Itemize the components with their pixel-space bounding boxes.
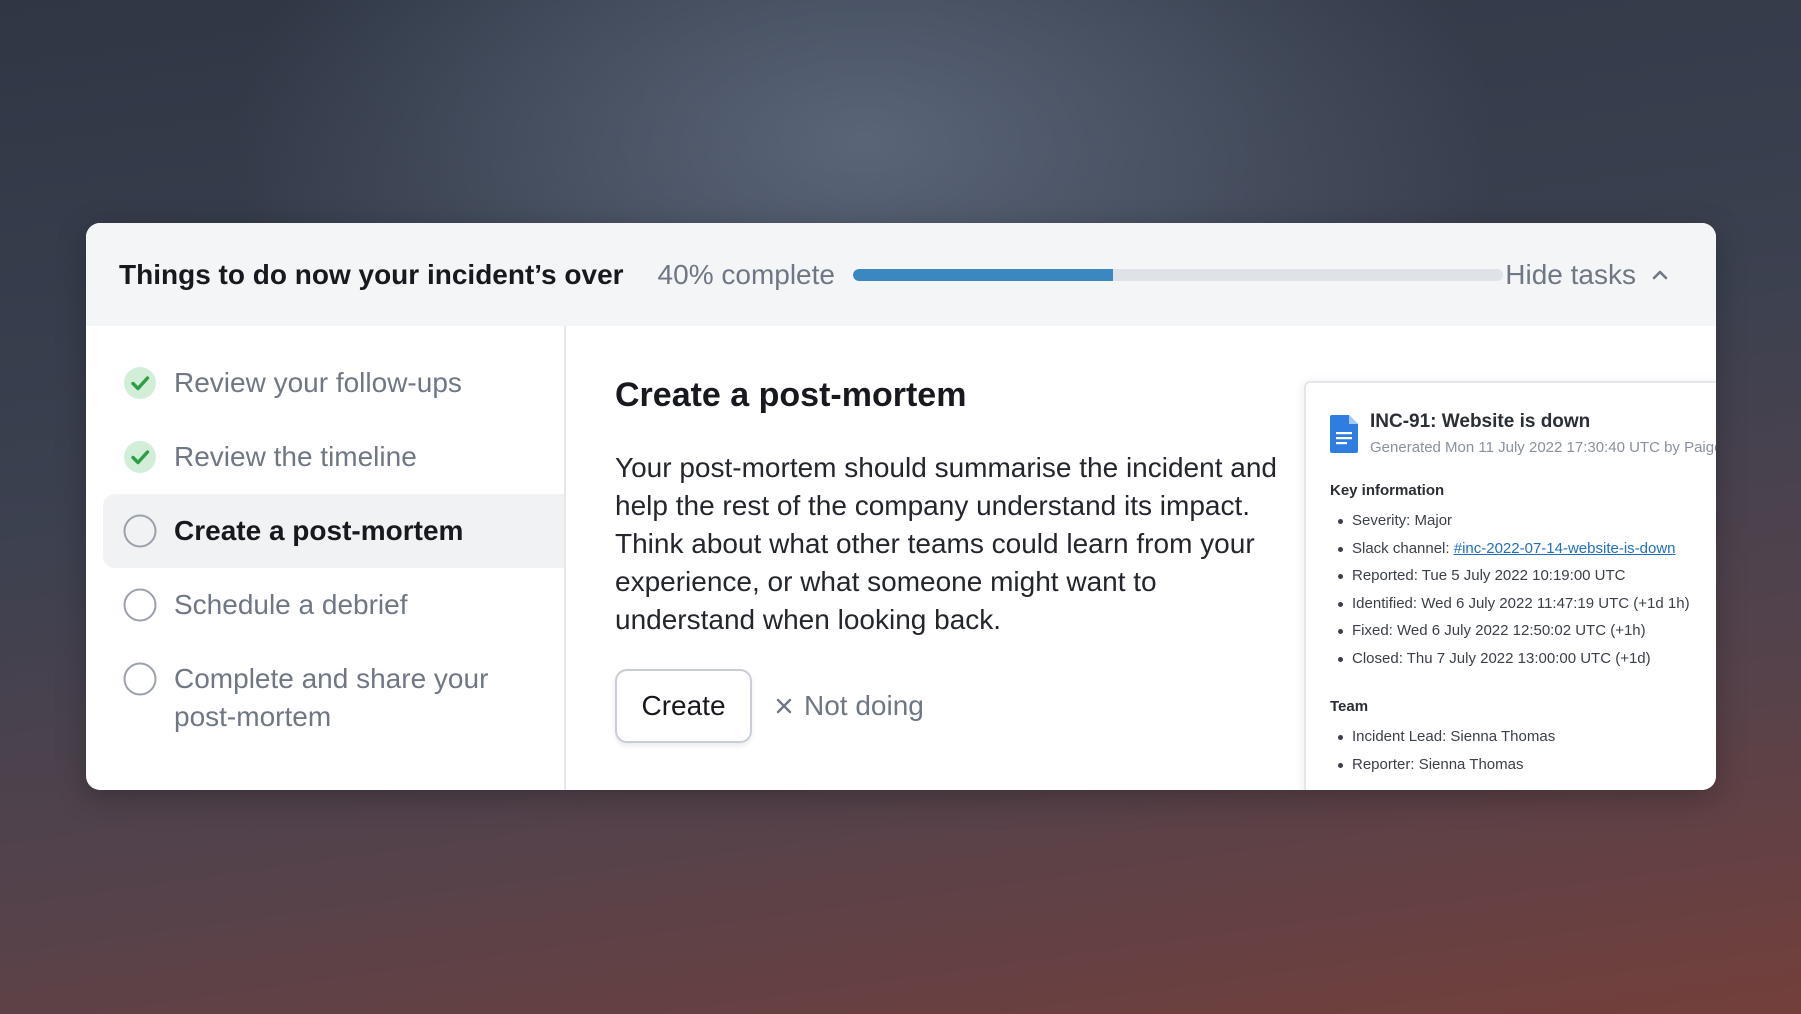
doc-section-key-information: Key information <box>1330 482 1445 499</box>
not-doing-button[interactable]: Not doing <box>774 690 924 722</box>
task-item-review-timeline[interactable]: Review the timeline <box>103 420 564 494</box>
card-title: Things to do now your incident’s over <box>119 258 624 290</box>
empty-circle-icon <box>123 588 157 622</box>
progress-bar-fill <box>852 268 1113 281</box>
slack-channel-link[interactable]: #inc-2022-07-14-website-is-down <box>1454 540 1676 557</box>
post-mortem-document-preview: INC-91: Website is down Generated Mon 11… <box>1304 381 1716 790</box>
card-body: Review your follow-ups Review the timeli… <box>86 326 1716 790</box>
doc-title: INC-91: Website is down <box>1370 411 1591 432</box>
list-item: Slack channel: #inc-2022-07-14-website-i… <box>1330 535 1716 563</box>
google-doc-icon <box>1330 415 1358 453</box>
check-circle-icon <box>124 441 156 473</box>
list-item: Reported: Tue 5 July 2022 10:19:00 UTC <box>1330 562 1716 590</box>
doc-generated-meta: Generated Mon 11 July 2022 17:30:40 UTC … <box>1370 439 1716 456</box>
team-list: Incident Lead: Sienna Thomas Reporter: S… <box>1330 723 1716 778</box>
close-icon <box>776 698 792 714</box>
progress-bar <box>852 268 1503 281</box>
detail-description: Your post-mortem should summarise the in… <box>615 452 1277 635</box>
list-item: Severity: Major <box>1330 507 1716 535</box>
task-item-schedule-debrief[interactable]: Schedule a debrief <box>103 568 564 642</box>
task-item-review-follow-ups[interactable]: Review your follow-ups <box>103 346 564 420</box>
task-label: Schedule a debrief <box>174 589 408 620</box>
progress-label: 40% complete <box>657 258 835 290</box>
slack-channel-prefix: Slack channel: <box>1352 539 1454 557</box>
post-incident-tasks-card: Things to do now your incident’s over 40… <box>86 223 1716 790</box>
task-label: Review your follow-ups <box>174 367 462 398</box>
task-label: Create a post-mortem <box>174 515 464 546</box>
list-item: Reporter: Sienna Thomas <box>1330 751 1716 779</box>
card-header: Things to do now your incident’s over 40… <box>86 223 1716 326</box>
key-information-list: Severity: Major Slack channel: #inc-2022… <box>1330 507 1716 672</box>
check-circle-icon <box>124 367 156 399</box>
task-item-create-post-mortem[interactable]: Create a post-mortem <box>103 494 564 568</box>
list-item: Incident Lead: Sienna Thomas <box>1330 723 1716 751</box>
list-item: Fixed: Wed 6 July 2022 12:50:02 UTC (+1h… <box>1330 617 1716 645</box>
empty-circle-icon <box>123 662 157 696</box>
doc-header: INC-91: Website is down Generated Mon 11… <box>1330 411 1716 456</box>
not-doing-label: Not doing <box>804 690 924 721</box>
create-button[interactable]: Create <box>615 669 752 743</box>
hide-tasks-label: Hide tasks <box>1505 258 1636 290</box>
task-list: Review your follow-ups Review the timeli… <box>86 326 566 790</box>
task-detail-panel: Create a post-mortem Your post-mortem sh… <box>566 326 1716 790</box>
list-item: Closed: Thu 7 July 2022 13:00:00 UTC (+1… <box>1330 645 1716 673</box>
task-label: Complete and share your post-mortem <box>174 663 489 732</box>
task-label: Review the timeline <box>174 441 417 472</box>
chevron-up-icon <box>1652 270 1668 279</box>
task-item-complete-share-post-mortem[interactable]: Complete and share your post-mortem <box>103 642 564 754</box>
doc-section-team: Team <box>1330 698 1369 715</box>
empty-circle-icon <box>123 514 157 548</box>
list-item: Identified: Wed 6 July 2022 11:47:19 UTC… <box>1330 590 1716 618</box>
hide-tasks-button[interactable]: Hide tasks <box>1505 259 1670 291</box>
